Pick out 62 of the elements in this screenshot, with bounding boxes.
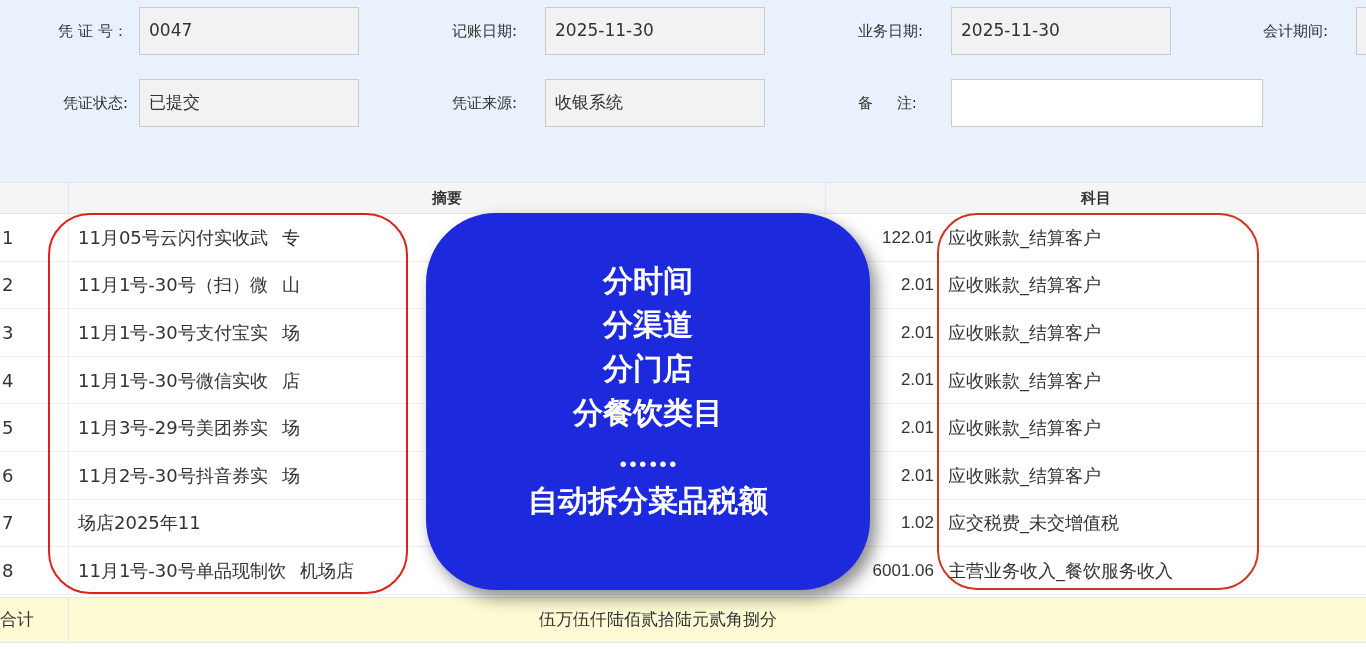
callout-text: 自动拆分菜品税额: [528, 482, 768, 520]
table-cell-text: 应交税费_未交增值税: [948, 511, 1119, 536]
account-code: 2.01: [899, 321, 934, 344]
input-field[interactable]: 2025-11-30: [545, 7, 765, 55]
table-cell-text: 山: [281, 273, 300, 298]
table-cell-text: 11月05号云闪付实收武: [78, 225, 268, 250]
field-label: 备 注:: [858, 92, 918, 114]
account-code: 2.01: [899, 274, 934, 297]
input-field[interactable]: 0047: [139, 7, 359, 55]
account-code: 1.02: [899, 512, 934, 535]
input-field[interactable]: 收银系统: [545, 79, 765, 127]
total-amount: 伍万伍仟陆佰贰拾陆元贰角捌分: [538, 608, 777, 631]
row-number: 6: [2, 463, 14, 488]
table-cell-text: 应收账款_结算客户: [948, 321, 1101, 346]
account-code: 2.01: [899, 369, 934, 392]
account-code: 6001.06: [871, 559, 934, 582]
field-label: 记账日期:: [452, 20, 519, 42]
row-number: 5: [2, 416, 14, 441]
account-code: 122.01: [881, 226, 934, 249]
table-cell-text: 专: [281, 225, 300, 250]
field-label: 凭证来源:: [452, 92, 519, 114]
callout-text: 分餐饮类目: [573, 394, 723, 432]
table-cell-text: 应收账款_结算客户: [948, 225, 1101, 251]
total-label: 合计: [0, 608, 34, 631]
table-cell-text: 店: [281, 368, 300, 393]
table-cell-text: 应收账款_结算客户: [948, 368, 1101, 394]
row-number: 8: [2, 558, 14, 583]
input-field[interactable]: 2025-11-30: [951, 7, 1171, 55]
row-number: 7: [2, 511, 14, 536]
input-field[interactable]: [951, 79, 1263, 127]
table-cell-text: 11月2号-30号抖音券实: [78, 463, 268, 488]
table-cell-text: 11月3号-29号美团券实: [78, 416, 268, 441]
table-cell-text: 场店2025年11: [78, 511, 201, 536]
table-cell-text: 应收账款_结算客户: [948, 273, 1101, 298]
callout-text: 分门店: [603, 350, 693, 388]
field-label: 凭证状态:: [61, 92, 129, 114]
table-cell-text: 主营业务收入_餐饮服务收入: [948, 558, 1173, 584]
row-number: 2: [2, 273, 14, 298]
table-cell-text: 11月1号-30号（扫）微: [78, 273, 268, 298]
row-number: 1: [2, 225, 14, 250]
callout-text: 分时间: [603, 262, 693, 300]
field-label: 业务日期:: [858, 20, 925, 42]
input-field[interactable]: 已提交: [139, 79, 359, 127]
column-header: 摘要: [432, 187, 462, 209]
table-cell-text: 11月1号-30号单品现制饮: [78, 558, 286, 583]
table-cell-text: 机场店: [299, 558, 354, 583]
row-number: 4: [2, 368, 14, 393]
table-cell-text: 11月1号-30号支付宝实: [78, 321, 268, 345]
field-label: 会计期间:: [1263, 20, 1330, 42]
table-cell-text: 场: [281, 463, 300, 488]
callout-text: 分渠道: [603, 306, 693, 344]
table-cell-text: 应收账款_结算客户: [948, 416, 1101, 441]
account-code: 2.01: [899, 416, 934, 439]
table-cell-text: 应收账款_结算客户: [948, 463, 1101, 489]
row-number: 3: [2, 321, 14, 345]
table-cell-text: 11月1号-30号微信实收: [78, 368, 268, 393]
account-code: 2.01: [899, 464, 934, 487]
table-cell-text: 场: [281, 416, 300, 441]
column-header: 科目: [1081, 187, 1111, 209]
field-label: 凭 证 号：: [57, 20, 129, 42]
callout-text: ……: [618, 438, 678, 476]
table-cell-text: 场: [281, 321, 300, 345]
